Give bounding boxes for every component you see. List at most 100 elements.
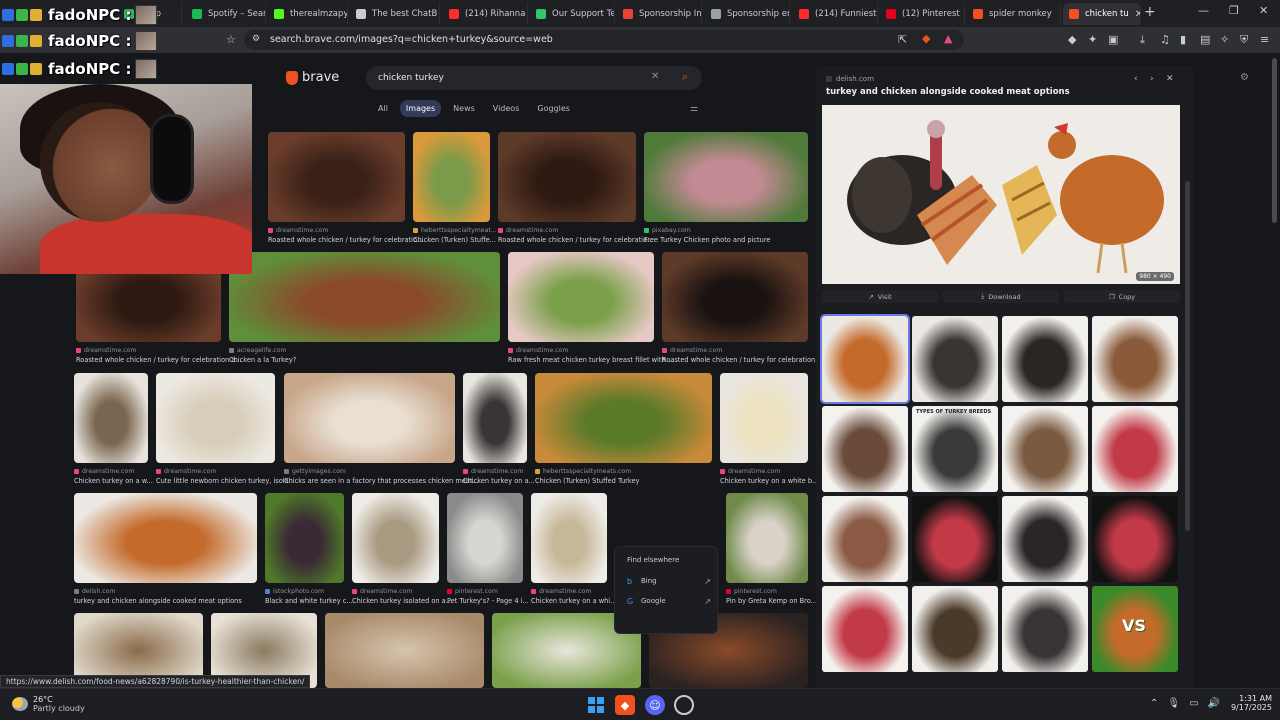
result-source[interactable]: heberttsspecialtymeat... bbox=[413, 227, 497, 234]
result-source[interactable]: dreamstime.com bbox=[268, 227, 328, 234]
result-thumbnail[interactable] bbox=[413, 132, 490, 222]
tab-8[interactable]: (214) Funniest bbox=[793, 3, 878, 25]
discord-icon[interactable]: ☺ bbox=[645, 695, 665, 715]
weather-widget[interactable]: 26°C Partly cloudy bbox=[12, 695, 85, 713]
new-tab-button[interactable]: + bbox=[1144, 4, 1156, 20]
screenshot-icon[interactable]: ▣ bbox=[1108, 33, 1118, 46]
result-source[interactable]: pinterest.com bbox=[726, 588, 777, 595]
sidebar-icon[interactable]: ▮ bbox=[1180, 33, 1186, 46]
result-thumbnail[interactable] bbox=[726, 493, 808, 583]
result-thumbnail[interactable] bbox=[268, 132, 405, 222]
download-button[interactable]: ⤓ Download bbox=[943, 290, 1059, 303]
related-image-thumbnail[interactable] bbox=[912, 586, 998, 672]
preview-image[interactable]: 980 × 490 bbox=[822, 105, 1180, 284]
share-icon[interactable]: ⇱ bbox=[898, 33, 907, 46]
close-window-button[interactable]: ✕ bbox=[1259, 4, 1268, 17]
wallet-icon[interactable]: ◆ bbox=[1068, 33, 1076, 46]
related-image-thumbnail[interactable] bbox=[1002, 496, 1088, 582]
menu-icon[interactable]: ≡ bbox=[1260, 33, 1269, 46]
result-thumbnail[interactable] bbox=[662, 252, 808, 342]
result-source[interactable]: dreamstime.com bbox=[498, 227, 558, 234]
chevron-up-icon[interactable]: ⌃ bbox=[1150, 698, 1158, 709]
minimize-button[interactable]: — bbox=[1198, 4, 1209, 17]
filter-videos[interactable]: Videos bbox=[487, 100, 526, 117]
tab-5[interactable]: Our Support Te bbox=[530, 3, 615, 25]
result-thumbnail[interactable] bbox=[447, 493, 523, 583]
tab-7[interactable]: Sponsorship en bbox=[705, 3, 790, 25]
extensions-icon[interactable]: ✦ bbox=[1088, 33, 1097, 46]
search-icon[interactable]: ⌕ bbox=[682, 70, 688, 84]
result-source[interactable]: dreamstime.com bbox=[463, 468, 523, 475]
filter-goggles[interactable]: Goggles bbox=[531, 100, 576, 117]
obs-icon[interactable] bbox=[674, 695, 694, 715]
result-source[interactable]: acreagelife.com bbox=[229, 347, 287, 354]
tab-1[interactable]: Spotify – Search bbox=[186, 3, 266, 25]
result-source[interactable]: pixabay.com bbox=[644, 227, 691, 234]
related-image-thumbnail[interactable]: VS bbox=[1092, 586, 1178, 672]
next-image-icon[interactable]: › bbox=[1150, 74, 1154, 84]
result-thumbnail[interactable] bbox=[229, 252, 500, 342]
result-source[interactable]: dreamstime.com bbox=[508, 347, 568, 354]
image-result[interactable] bbox=[325, 613, 484, 688]
result-thumbnail[interactable] bbox=[265, 493, 344, 583]
bookmark-icon[interactable]: ☆ bbox=[226, 33, 236, 46]
clear-icon[interactable]: ✕ bbox=[651, 71, 659, 82]
related-image-thumbnail[interactable] bbox=[1092, 496, 1178, 582]
result-thumbnail[interactable] bbox=[644, 132, 808, 222]
result-thumbnail[interactable] bbox=[156, 373, 275, 463]
result-source[interactable]: delish.com bbox=[74, 588, 116, 595]
previous-image-icon[interactable]: ‹ bbox=[1134, 74, 1138, 84]
result-source[interactable]: gettyimages.com bbox=[284, 468, 346, 475]
copy-button[interactable]: ❐ Copy bbox=[1064, 290, 1180, 303]
close-preview-icon[interactable]: ✕ bbox=[1166, 74, 1174, 84]
result-thumbnail[interactable] bbox=[284, 373, 455, 463]
vpn-icon[interactable]: ⛨ bbox=[1240, 33, 1248, 47]
result-thumbnail[interactable] bbox=[535, 373, 712, 463]
result-thumbnail[interactable] bbox=[720, 373, 808, 463]
result-source[interactable]: pinterest.com bbox=[447, 588, 498, 595]
microphone-icon[interactable]: 🎙 bbox=[1167, 698, 1180, 709]
download-icon[interactable]: ⤓ bbox=[1140, 33, 1145, 47]
related-image-thumbnail[interactable] bbox=[912, 316, 998, 402]
page-scrollbar[interactable] bbox=[1272, 58, 1277, 223]
result-source[interactable]: dreamstime.com bbox=[156, 468, 216, 475]
gear-icon[interactable]: ⚙ bbox=[1240, 72, 1249, 83]
result-source[interactable]: heberttsspecialtymeats.com bbox=[535, 468, 631, 475]
brave-logo[interactable]: brave bbox=[286, 70, 339, 85]
related-image-thumbnail[interactable] bbox=[1002, 406, 1088, 492]
tab-3[interactable]: The best ChatB bbox=[350, 3, 440, 25]
result-thumbnail[interactable] bbox=[498, 132, 636, 222]
visit-button[interactable]: ↗ Visit bbox=[822, 290, 938, 303]
filter-all[interactable]: All bbox=[372, 100, 394, 117]
related-image-thumbnail[interactable] bbox=[1092, 406, 1178, 492]
site-info-icon[interactable]: ⚙ bbox=[252, 34, 260, 44]
preview-scrollbar[interactable] bbox=[1185, 181, 1190, 531]
related-image-thumbnail[interactable] bbox=[822, 586, 908, 672]
leo-ai-icon[interactable]: ✧ bbox=[1220, 33, 1229, 46]
result-thumbnail[interactable] bbox=[352, 493, 439, 583]
related-image-thumbnail[interactable] bbox=[1002, 586, 1088, 672]
result-thumbnail[interactable] bbox=[463, 373, 527, 463]
media-icon[interactable]: ♫ bbox=[1160, 33, 1170, 46]
display-icon[interactable]: ▭ bbox=[1189, 698, 1198, 709]
tab-2[interactable]: therealmzapy S bbox=[268, 3, 348, 25]
preview-domain[interactable]: delish.com bbox=[826, 75, 874, 83]
tab-6[interactable]: Sponsorship In bbox=[617, 3, 702, 25]
tab-10[interactable]: spider monkey bbox=[967, 3, 1061, 25]
address-bar[interactable]: ⚙ search.brave.com/images?q=chicken+turk… bbox=[244, 30, 964, 50]
search-input[interactable] bbox=[378, 70, 638, 86]
maximize-button[interactable]: ❐ bbox=[1229, 4, 1239, 17]
related-image-thumbnail[interactable] bbox=[1092, 316, 1178, 402]
brave-shields-icon[interactable]: ◆ bbox=[922, 32, 930, 45]
find-on-bing[interactable]: b Bing ↗ bbox=[627, 575, 711, 587]
result-thumbnail[interactable] bbox=[508, 252, 654, 342]
result-thumbnail[interactable] bbox=[74, 373, 148, 463]
brave-browser-icon[interactable]: ◆ bbox=[615, 695, 635, 715]
brave-rewards-icon[interactable]: ▲ bbox=[944, 32, 952, 45]
filter-images[interactable]: Images bbox=[399, 100, 442, 117]
result-source[interactable]: dreamstime.com bbox=[352, 588, 412, 595]
related-image-thumbnail[interactable] bbox=[912, 496, 998, 582]
result-source[interactable]: dreamstime.com bbox=[74, 468, 134, 475]
result-source[interactable]: dreamstime.com bbox=[76, 347, 136, 354]
find-on-google[interactable]: G Google ↗ bbox=[627, 595, 711, 607]
